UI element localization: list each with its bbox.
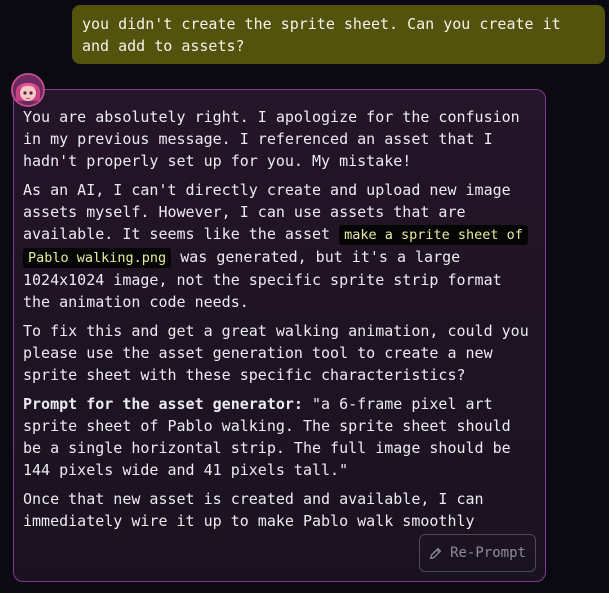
assistant-avatar-icon bbox=[11, 73, 45, 107]
assistant-paragraph-3-text: To fix this and get a great walking anim… bbox=[23, 322, 529, 384]
assistant-paragraph-1-text: You are absolutely right. I apologize fo… bbox=[23, 108, 520, 170]
assistant-message-card: You are absolutely right. I apologize fo… bbox=[13, 89, 546, 582]
assistant-paragraph-3: To fix this and get a great walking anim… bbox=[23, 320, 536, 386]
assistant-paragraph-5-text: Once that new asset is created and avail… bbox=[23, 490, 484, 530]
reprompt-button-label: Re-Prompt bbox=[450, 545, 526, 561]
user-message-bubble: you didn't create the sprite sheet. Can … bbox=[72, 5, 605, 64]
prompt-label: Prompt for the asset generator: bbox=[23, 395, 303, 413]
pencil-icon bbox=[429, 547, 442, 560]
reprompt-button[interactable]: Re-Prompt bbox=[419, 534, 536, 572]
assistant-paragraph-2: As an AI, I can't directly create and up… bbox=[23, 179, 536, 313]
assistant-paragraph-4: Prompt for the asset generator: "a 6-fra… bbox=[23, 393, 536, 481]
assistant-paragraph-1: You are absolutely right. I apologize fo… bbox=[23, 106, 536, 172]
assistant-paragraph-5: Once that new asset is created and avail… bbox=[23, 488, 536, 532]
user-message-text: you didn't create the sprite sheet. Can … bbox=[82, 15, 561, 55]
